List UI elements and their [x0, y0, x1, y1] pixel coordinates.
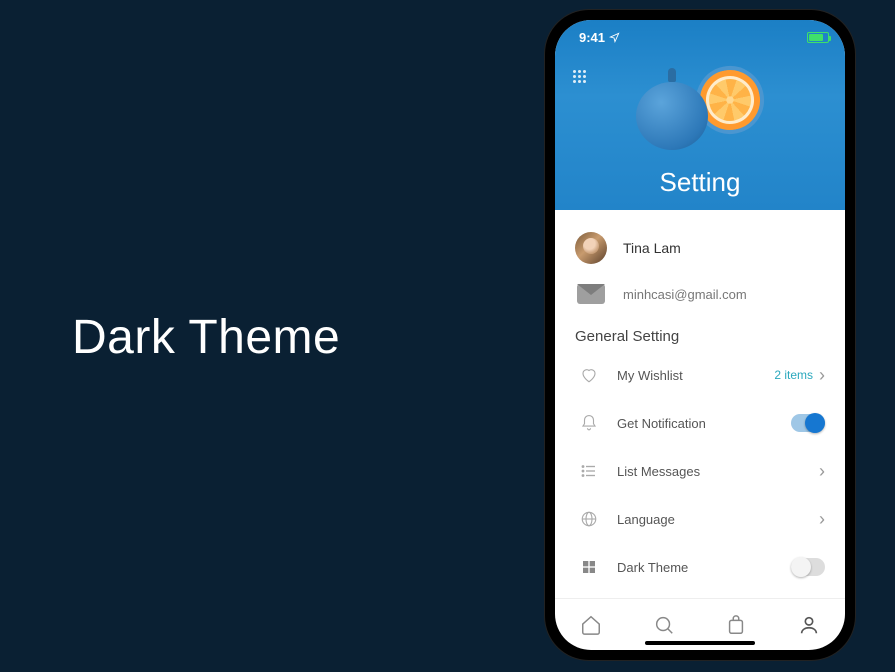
- nav-profile[interactable]: [788, 608, 830, 642]
- header-title: Setting: [555, 167, 845, 198]
- status-time: 9:41: [579, 30, 605, 45]
- darktheme-toggle[interactable]: [791, 558, 825, 576]
- home-indicator[interactable]: [645, 641, 755, 645]
- messages-label: List Messages: [617, 464, 819, 479]
- heart-icon: [575, 366, 603, 384]
- profile-row[interactable]: Tina Lam: [555, 222, 845, 274]
- section-title: General Setting: [555, 314, 845, 351]
- nav-search[interactable]: [643, 608, 685, 642]
- phone-screen: 9:41 Setting Tina Lam: [555, 20, 845, 650]
- email-row[interactable]: minhcasi@gmail.com: [555, 274, 845, 314]
- chevron-right-icon: ›: [819, 461, 825, 482]
- wishlist-meta: 2 items: [774, 368, 813, 382]
- chevron-right-icon: ›: [819, 365, 825, 386]
- avatar: [575, 232, 607, 264]
- header-illustration: [630, 62, 770, 152]
- battery-icon: [807, 32, 829, 43]
- bell-icon: [575, 414, 603, 432]
- settings-header: 9:41 Setting: [555, 20, 845, 210]
- nav-cart[interactable]: [715, 608, 757, 642]
- profile-name: Tina Lam: [623, 240, 681, 256]
- profile-email: minhcasi@gmail.com: [623, 287, 747, 302]
- status-bar: 9:41: [555, 20, 845, 54]
- settings-content: Tina Lam minhcasi@gmail.com General Sett…: [555, 210, 845, 598]
- notification-toggle[interactable]: [791, 414, 825, 432]
- menu-icon[interactable]: [573, 70, 591, 88]
- nav-home[interactable]: [570, 608, 612, 642]
- row-notification[interactable]: Get Notification: [555, 399, 845, 447]
- row-language[interactable]: Language ›: [555, 495, 845, 543]
- globe-icon: [575, 510, 603, 528]
- theme-icon: [575, 559, 603, 575]
- list-icon: [575, 462, 603, 480]
- mail-icon: [577, 284, 605, 304]
- phone-frame: 9:41 Setting Tina Lam: [545, 10, 855, 660]
- notification-label: Get Notification: [617, 416, 791, 431]
- page-title: Dark Theme: [72, 310, 340, 365]
- row-darktheme[interactable]: Dark Theme: [555, 543, 845, 591]
- row-wishlist[interactable]: My Wishlist 2 items ›: [555, 351, 845, 399]
- location-icon: [609, 32, 620, 43]
- chevron-right-icon: ›: [819, 509, 825, 530]
- row-messages[interactable]: List Messages ›: [555, 447, 845, 495]
- darktheme-label: Dark Theme: [617, 560, 791, 575]
- wishlist-label: My Wishlist: [617, 368, 774, 383]
- language-label: Language: [617, 512, 819, 527]
